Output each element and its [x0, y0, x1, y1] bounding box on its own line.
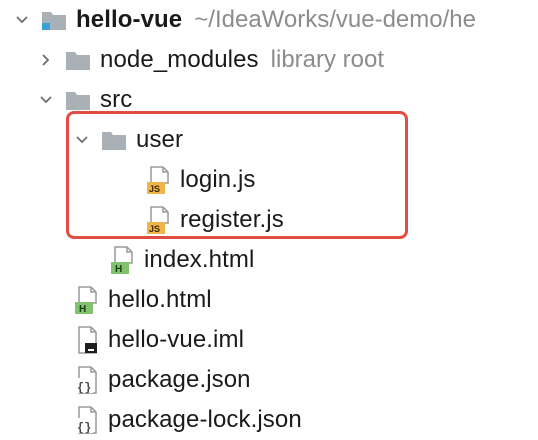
svg-text:H: H — [79, 304, 86, 315]
svg-text:{}: {} — [77, 381, 91, 395]
svg-text:H: H — [115, 264, 122, 275]
tree-row-hello-vue-iml[interactable]: hello-vue.iml — [72, 320, 244, 360]
chevron-down-icon[interactable] — [34, 88, 58, 112]
tree-row-hello-html[interactable]: H hello.html — [72, 280, 212, 320]
tree-row-index-html[interactable]: H index.html — [108, 240, 254, 280]
json-file-icon: {} — [72, 405, 100, 435]
highlight-box — [66, 111, 408, 239]
library-root-hint: library root — [270, 46, 385, 73]
tree-row-node-modules[interactable]: node_modules library root — [34, 40, 384, 80]
chevron-down-icon[interactable] — [10, 8, 34, 32]
tree-item-label: package-lock.json — [108, 406, 302, 433]
html-file-icon: H — [72, 285, 100, 315]
html-file-icon: H — [108, 245, 136, 275]
tree-item-label: index.html — [144, 246, 255, 273]
tree-row-package-lock-json[interactable]: {} package-lock.json — [72, 400, 302, 440]
folder-icon — [64, 45, 92, 75]
module-folder-icon — [40, 5, 68, 35]
tree-item-label: package.json — [108, 366, 251, 393]
tree-row-root[interactable]: hello-vue ~/IdeaWorks/vue-demo/he — [10, 0, 476, 40]
tree-item-label: node_modules — [100, 46, 259, 73]
project-path: ~/IdeaWorks/vue-demo/he — [194, 6, 476, 33]
svg-text:{}: {} — [77, 421, 91, 435]
iml-file-icon — [72, 325, 100, 355]
tree-item-label: hello-vue.iml — [108, 326, 245, 353]
chevron-right-icon[interactable] — [34, 48, 58, 72]
json-file-icon: {} — [72, 365, 100, 395]
tree-item-label: hello.html — [108, 286, 212, 313]
project-name: hello-vue — [76, 6, 183, 33]
tree-row-package-json[interactable]: {} package.json — [72, 360, 251, 400]
